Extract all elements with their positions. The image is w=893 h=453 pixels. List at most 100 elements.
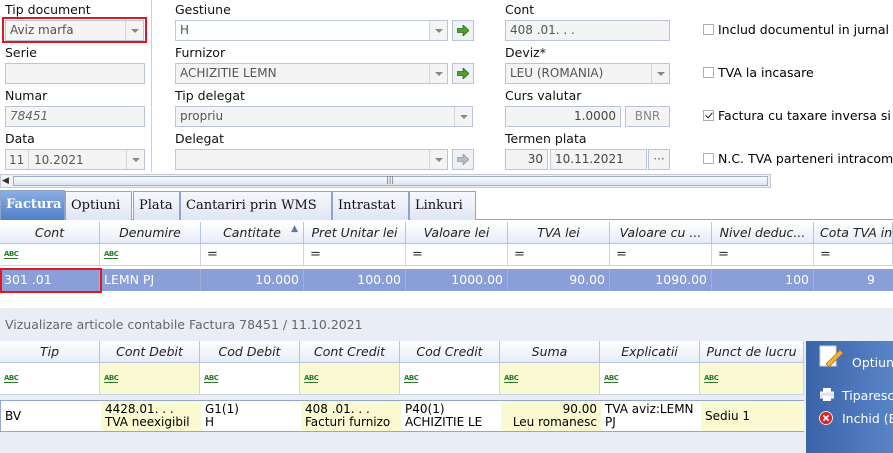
chevron-down-icon[interactable] (429, 64, 447, 83)
tab-cantariri-wms[interactable]: Cantariri prin WMS (180, 191, 332, 220)
delegat-select[interactable] (175, 149, 448, 170)
equals-filter-icon: = (718, 247, 729, 262)
tiparesc-button[interactable]: Tiparesc (806, 385, 893, 405)
tip-delegat-select[interactable]: propriu (175, 106, 473, 127)
termen-plata-days-input[interactable]: 30 (505, 149, 548, 170)
text-filter-icon: ABC (104, 374, 119, 383)
text-filter-icon: ABC (4, 250, 19, 259)
checkbox-includ-jurnal[interactable] (703, 24, 714, 35)
delegat-go-button[interactable] (452, 149, 474, 170)
col-header-nivel-deducere[interactable]: Nivel deduc... (712, 222, 814, 244)
gestiune-select[interactable]: H (175, 20, 448, 41)
acc-filter-cod-debit[interactable]: ABC (200, 363, 300, 395)
filter-cont[interactable]: ABC (0, 244, 100, 266)
scrollbar-thumb[interactable]: ||| (13, 175, 768, 186)
acc-filter-punct-lucru[interactable]: ABC (700, 363, 804, 395)
col-header-cont[interactable]: Cont (0, 222, 100, 244)
acc-explicatii-line2: PJ (605, 415, 616, 429)
tab-intrastat[interactable]: Intrastat (332, 191, 409, 220)
filter-valoare-cu-tva[interactable]: = (610, 244, 712, 266)
col-header-cantitate[interactable]: Cantitate ▲ (201, 222, 304, 244)
form-divider (151, 0, 152, 172)
acc-cell-explicatii[interactable]: TVA aviz:LEMN PJ (601, 403, 701, 429)
furnizor-select[interactable]: ACHIZITIE LEMN (175, 63, 448, 84)
col-header-cota-tva[interactable]: Cota TVA in (814, 222, 893, 244)
chevron-down-icon[interactable] (429, 21, 447, 40)
tab-optiuni[interactable]: Optiuni (65, 191, 132, 220)
tab-plata[interactable]: Plata (133, 191, 180, 220)
acc-cell-cod-debit[interactable]: G1(1) H (201, 403, 301, 429)
acc-cell-punct-lucru[interactable]: Sediu 1 (701, 410, 804, 423)
curs-valutar-label: Curs valutar (505, 88, 582, 103)
filter-pret-unitar[interactable]: = (304, 244, 406, 266)
cell-valoare[interactable]: 1000.00 (406, 269, 508, 291)
filter-tva[interactable]: = (508, 244, 610, 266)
checkbox-nc-tva-intracom[interactable] (703, 153, 714, 164)
acc-filter-cod-credit[interactable]: ABC (400, 363, 500, 395)
acc-header-cont-debit[interactable]: Cont Debit (100, 341, 200, 363)
checkbox-tva-incasare[interactable] (703, 67, 714, 78)
cell-pret-unitar[interactable]: 100.00 (304, 269, 406, 291)
tab-factura[interactable]: Factura (0, 190, 65, 220)
furnizor-go-button[interactable] (452, 63, 474, 84)
scroll-left-icon[interactable]: ◀ (2, 176, 9, 186)
checkbox-taxare-inversa[interactable] (703, 110, 714, 121)
curs-valutar-input[interactable]: 1.0000 (505, 106, 621, 127)
chevron-down-icon[interactable] (651, 64, 669, 83)
acc-header-tip[interactable]: Tip (0, 341, 100, 363)
gestiune-go-button[interactable] (452, 20, 474, 41)
termen-plata-date-input[interactable]: 10.11.2021 (550, 149, 647, 170)
acc-filter-tip[interactable]: ABC (0, 363, 100, 395)
deviz-select[interactable]: LEU (ROMANIA) (505, 63, 670, 84)
horizontal-scrollbar[interactable]: ◀ ||| (0, 174, 771, 188)
table-row[interactable]: BV 4428.01. . . TVA neexigibil G1(1) H 408… (0, 400, 804, 432)
tab-linkuri[interactable]: Linkuri (409, 191, 476, 220)
table-row[interactable]: 301 .01 LEMN PJ 10.000 100.00 1000.00 90… (0, 269, 893, 291)
cell-cota-tva[interactable]: 9 (814, 269, 879, 291)
acc-cell-cod-credit[interactable]: P40(1) ACHIZITIE LE (401, 403, 501, 429)
acc-filter-cont-credit[interactable]: ABC (300, 363, 400, 395)
acc-header-cont-credit[interactable]: Cont Credit (300, 341, 400, 363)
filter-valoare[interactable]: = (406, 244, 508, 266)
acc-cell-tip[interactable]: BV (1, 410, 101, 423)
checkbox-nc-tva-intracom-label: N.C. TVA parteneri intracomu (718, 151, 893, 166)
acc-header-punct-lucru[interactable]: Punct de lucru (700, 341, 804, 363)
col-header-valoare-cu-tva[interactable]: Valoare cu ... (610, 222, 712, 244)
cell-cantitate[interactable]: 10.000 (201, 269, 304, 291)
inchid-button[interactable]: Inchid (E (806, 407, 893, 429)
col-header-denumire[interactable]: Denumire (100, 222, 201, 244)
termen-plata-ellipsis-button[interactable]: ··· (648, 149, 670, 170)
acc-cell-cont-credit[interactable]: 408 .01. . . Facturi furnizo (301, 403, 401, 429)
acc-cell-cont-debit[interactable]: 4428.01. . . TVA neexigibil (101, 403, 201, 429)
acc-filter-cont-debit[interactable]: ABC (100, 363, 200, 395)
numar-input[interactable]: 78451 (5, 106, 145, 127)
bnr-button[interactable]: BNR (625, 106, 670, 127)
serie-input[interactable] (5, 63, 145, 84)
calendar-dropdown-icon[interactable] (126, 150, 144, 169)
acc-filter-explicatii[interactable]: ABC (600, 363, 700, 395)
filter-nivel-deducere[interactable]: = (712, 244, 814, 266)
acc-header-explicatii[interactable]: Explicatii (600, 341, 700, 363)
filter-cantitate[interactable]: = (201, 244, 304, 266)
acc-cell-suma[interactable]: 90.00 Leu romanesc (501, 403, 601, 429)
filter-cota-tva[interactable]: = (814, 244, 893, 266)
acc-filter-suma[interactable]: ABC (500, 363, 600, 395)
acc-header-suma[interactable]: Suma (500, 341, 600, 363)
filter-denumire[interactable]: ABC (100, 244, 201, 266)
cell-valoare-cu-tva[interactable]: 1090.00 (610, 269, 712, 291)
chevron-down-icon[interactable] (429, 150, 447, 169)
text-filter-icon: ABC (104, 250, 119, 259)
chevron-down-icon[interactable] (454, 107, 472, 126)
data-date-picker[interactable]: 11 10.2021 (5, 149, 145, 170)
cell-denumire[interactable]: LEMN PJ (100, 269, 201, 291)
acc-cont-credit-name: Facturi furnizo (305, 415, 391, 429)
cell-nivel-deducere[interactable]: 100 (712, 269, 814, 291)
col-header-pret-unitar[interactable]: Pret Unitar lei (304, 222, 406, 244)
col-header-valoare[interactable]: Valoare lei (406, 222, 508, 244)
acc-header-cod-credit[interactable]: Cod Credit (400, 341, 500, 363)
cont-input[interactable]: 408 .01. . . (505, 20, 670, 41)
col-header-tva[interactable]: TVA lei (508, 222, 610, 244)
cell-tva[interactable]: 90.00 (508, 269, 610, 291)
acc-header-cod-debit[interactable]: Cod Debit (200, 341, 300, 363)
optiuni-side-button[interactable]: Optiun (806, 341, 893, 379)
